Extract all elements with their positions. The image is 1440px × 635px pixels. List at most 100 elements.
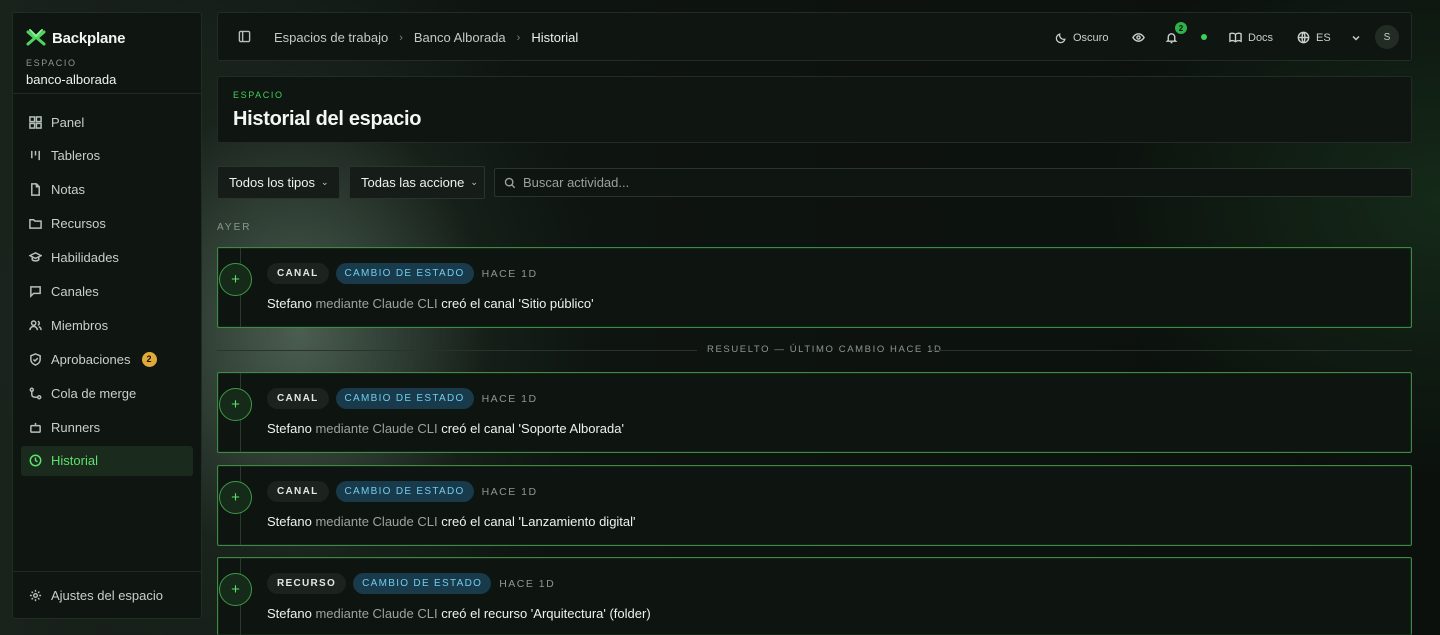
sidebar-item-label: Runners <box>51 419 101 435</box>
online-status-dot <box>1201 34 1207 40</box>
activity-text: creó el canal 'Soporte Alborada' <box>441 421 624 436</box>
activity-time: HACE 1D <box>481 267 538 280</box>
sidebar-item-historial[interactable]: Historial <box>21 445 193 476</box>
chevron-down-icon: ⌄ <box>470 177 478 187</box>
activity-description: Stefano mediante Claude CLI creó el recu… <box>267 606 651 621</box>
type-filter-dropdown[interactable]: Todos los tipos ⌄ <box>217 166 340 199</box>
space-settings-button[interactable]: Ajustes del espacio <box>29 588 163 603</box>
search-box <box>494 168 1412 197</box>
breadcrumb: Espacios de trabajo › Banco Alborada › H… <box>274 30 578 45</box>
divider-line <box>217 350 697 351</box>
docs-link[interactable]: Docs <box>1229 13 1273 62</box>
type-filter-label: Todos los tipos <box>229 175 315 190</box>
breadcrumb-workspaces[interactable]: Espacios de trabajo <box>274 30 388 45</box>
clock-icon <box>29 454 42 467</box>
gear-icon <box>29 589 42 602</box>
action-tag: CAMBIO DE ESTADO <box>335 263 474 284</box>
account-menu-toggle[interactable] <box>1351 13 1361 62</box>
activity-time: HACE 1D <box>481 392 538 405</box>
activity-item[interactable]: + CANAL CAMBIO DE ESTADO HACE 1D Stefano… <box>217 247 1412 328</box>
sidebar-item-aprobaciones[interactable]: Aprobaciones 2 <box>21 344 193 374</box>
avatar[interactable]: S <box>1375 25 1399 49</box>
sidebar-item-canales[interactable]: Canales <box>21 276 193 306</box>
grid-icon <box>29 115 42 129</box>
action-tag: CAMBIO DE ESTADO <box>353 573 492 594</box>
bell-icon <box>1165 33 1178 44</box>
action-filter-label: Todas las accione <box>361 175 465 190</box>
activity-item[interactable]: + RECURSO CAMBIO DE ESTADO HACE 1D Stefa… <box>217 557 1412 635</box>
sidebar-nav: Panel Tableros Notas Recursos Habilidade… <box>21 107 193 480</box>
top-bar: Espacios de trabajo › Banco Alborada › H… <box>217 12 1412 61</box>
action-filter-dropdown[interactable]: Todas las accione ⌄ <box>349 166 485 199</box>
kanban-icon <box>31 151 40 161</box>
plus-icon: + <box>219 388 252 421</box>
brand-name: Backplane <box>52 29 126 47</box>
folder-icon <box>29 219 42 230</box>
action-tag: CAMBIO DE ESTADO <box>335 481 474 502</box>
watch-button[interactable] <box>1132 13 1145 62</box>
activity-tags: RECURSO CAMBIO DE ESTADO HACE 1D <box>267 573 555 594</box>
space-name[interactable]: banco-alborada <box>26 72 116 87</box>
backplane-logo-icon <box>26 29 46 46</box>
notifications-count-badge: 2 <box>1175 22 1187 34</box>
action-tag: CAMBIO DE ESTADO <box>335 388 474 409</box>
activity-text: creó el canal 'Sitio público' <box>441 296 594 311</box>
sidebar-item-panel[interactable]: Panel <box>21 107 193 137</box>
activity-item[interactable]: + CANAL CAMBIO DE ESTADO HACE 1D Stefano… <box>217 465 1412 546</box>
sidebar-item-runners[interactable]: Runners <box>21 412 193 442</box>
sidebar-item-miembros[interactable]: Miembros <box>21 310 193 340</box>
actor-name: Stefano <box>267 421 312 436</box>
book-open-icon <box>1229 32 1242 43</box>
theme-label: Oscuro <box>1073 31 1109 44</box>
globe-icon <box>1297 31 1310 44</box>
plus-icon: + <box>219 573 252 606</box>
activity-tags: CANAL CAMBIO DE ESTADO HACE 1D <box>267 388 538 409</box>
entity-type-tag: CANAL <box>267 388 329 409</box>
page-title: Historial del espacio <box>233 108 422 130</box>
activity-tags: CANAL CAMBIO DE ESTADO HACE 1D <box>267 481 538 502</box>
panel-left-icon <box>238 30 251 43</box>
sidebar-toggle-button[interactable] <box>238 30 251 48</box>
sidebar-bottom-divider <box>13 571 201 572</box>
sidebar-item-tableros[interactable]: Tableros <box>21 141 193 171</box>
actor-via: mediante Claude CLI <box>315 606 438 621</box>
plus-icon: + <box>219 481 252 514</box>
sidebar-item-label: Tableros <box>51 148 101 164</box>
sidebar-item-cola-de-merge[interactable]: Cola de merge <box>21 378 193 408</box>
search-input[interactable] <box>523 175 1383 190</box>
activity-description: Stefano mediante Claude CLI creó el cana… <box>267 421 624 436</box>
message-square-icon <box>30 286 41 298</box>
sidebar-item-label: Notas <box>51 182 85 198</box>
theme-toggle[interactable]: Oscuro <box>1055 13 1108 62</box>
actor-via: mediante Claude CLI <box>315 514 438 529</box>
plus-icon: + <box>219 263 252 296</box>
brand[interactable]: Backplane <box>26 28 125 48</box>
actor-name: Stefano <box>267 514 312 529</box>
space-label: ESPACIO <box>26 58 77 68</box>
sidebar-item-label: Cola de merge <box>51 385 137 401</box>
page-eyebrow: ESPACIO <box>233 90 284 100</box>
activity-text: creó el canal 'Lanzamiento digital' <box>441 514 636 529</box>
moon-icon <box>1055 32 1066 43</box>
activity-tags: CANAL CAMBIO DE ESTADO HACE 1D <box>267 263 538 284</box>
breadcrumb-workspace[interactable]: Banco Alborada <box>414 30 506 45</box>
chevron-down-icon <box>1352 35 1360 41</box>
breadcrumb-current: Historial <box>531 30 579 45</box>
sidebar-item-label: Panel <box>51 114 85 130</box>
actor-via: mediante Claude CLI <box>315 421 438 436</box>
sidebar-item-recursos[interactable]: Recursos <box>21 209 193 239</box>
sidebar-item-label: Historial <box>51 453 98 469</box>
actor-via: mediante Claude CLI <box>315 296 438 311</box>
activity-item[interactable]: + CANAL CAMBIO DE ESTADO HACE 1D Stefano… <box>217 372 1412 453</box>
entity-type-tag: CANAL <box>267 263 329 284</box>
page-header: ESPACIO Historial del espacio <box>217 76 1412 143</box>
shield-check-icon <box>30 352 41 366</box>
language-selector[interactable]: ES <box>1297 13 1331 62</box>
sidebar-item-habilidades[interactable]: Habilidades <box>21 243 193 273</box>
chevron-right-icon: › <box>516 31 521 44</box>
sidebar-item-notas[interactable]: Notas <box>21 175 193 205</box>
graduation-cap-icon <box>29 252 42 262</box>
search-icon <box>504 177 516 188</box>
language-label: ES <box>1316 31 1331 44</box>
notifications-button[interactable] <box>1165 13 1178 62</box>
